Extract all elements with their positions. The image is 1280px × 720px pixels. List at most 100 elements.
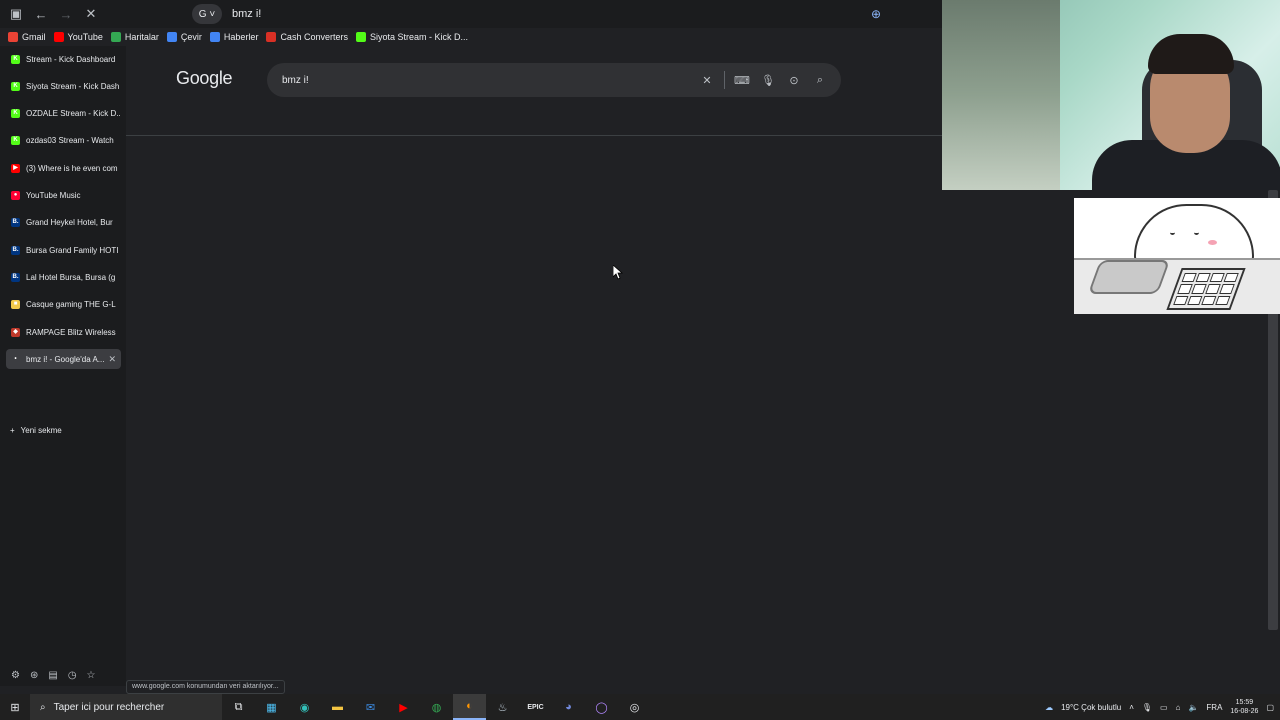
sidebar-tab[interactable]: • bmz i! - Google'da A... ✕ [6,349,121,370]
clear-icon[interactable]: ✕ [694,74,720,87]
status-bubble: www.google.com konumundan veri aktarılıy… [126,680,285,694]
windows-start-icon[interactable]: ⊞ [0,694,30,720]
collections-icon[interactable]: ▤ [48,670,57,681]
new-tab-label: Yeni sekme [20,426,62,435]
keyboard-icon[interactable]: ⌨ [729,74,755,87]
bookmark-item[interactable]: Siyota Stream - Kick D... [355,32,468,42]
booking-icon: B. [11,218,20,228]
forward-icon[interactable]: → [55,3,77,25]
firefox-icon[interactable]: ◐ [453,694,486,720]
discord-icon[interactable]: ◕ [552,694,585,720]
system-tray: ☁ 19°C Çok bulutlu ˄ 🎙 ▭ ⌂ 🔈 FRA 15:59 1… [1045,694,1280,720]
youtube-app-icon[interactable]: ▶ [387,694,420,720]
weather-icon[interactable]: ☁ [1045,703,1053,712]
epic-games-icon[interactable]: EPIC [519,694,552,720]
back-icon[interactable]: ← [30,3,52,25]
extensions-icon[interactable]: ⊛ [30,670,38,681]
task-view-icon[interactable]: ⧉ [222,694,255,720]
network-icon[interactable]: ⌂ [1176,703,1181,712]
language-indicator[interactable]: FRA [1206,703,1222,712]
sidebar-tab[interactable]: ◆ RAMPAGE Blitz Wireless [6,322,121,342]
stop-icon[interactable]: ✕ [80,3,102,25]
sidebar-tab-label: bmz i! - Google'da A... [26,354,105,364]
youtube-icon: ▶ [11,163,20,173]
sidebar-tab-label: YouTube Music [26,191,81,200]
sidebar-tab[interactable]: Kozdas03 Stream - Watch [6,131,121,151]
new-tab-button[interactable]: + Yeni sekme [10,426,62,435]
display-icon[interactable]: ▭ [1160,703,1168,712]
edge-icon[interactable]: ◉ [288,694,321,720]
sidebar-toggle-icon[interactable]: ▣ [5,3,27,25]
sidebar-tab[interactable]: K OZDALE Stream - Kick D... [6,104,121,124]
bookmark-label: Cash Converters [280,32,348,42]
plus-icon: + [10,426,15,435]
booking-icon: B. [11,272,20,282]
webcam-overlay [942,0,1280,190]
search-divider [724,71,725,89]
sidebar-tab-label: (3) Where is he even com [26,163,118,173]
bookmark-item[interactable]: YouTube [53,32,103,42]
bongo-cat-overlay [1074,198,1280,314]
kick-icon: K [11,81,20,91]
chrome-icon[interactable]: ◍ [420,694,453,720]
address-text[interactable]: bmz i! [232,8,261,20]
sidebar-tab[interactable]: B. Grand Heykel Hotel, Bur [6,213,121,233]
address-bar[interactable]: G ˅ bmz i! [192,4,261,24]
sidebar-tab-label: Siyota Stream - Kick Dash [26,81,120,91]
bookmark-item[interactable]: Cash Converters [266,32,348,42]
camera-search-icon[interactable]: ⊙ [781,74,807,87]
cash-converters-icon [266,32,277,42]
sidebar-tab[interactable]: K Stream - Kick Dashboard [6,49,121,69]
microphone-icon[interactable]: 🎙 [755,74,781,87]
header-divider [126,135,942,136]
bookmark-item[interactable]: Gmail [8,32,46,42]
cat-mousepad [1087,260,1171,294]
mail-icon[interactable]: ✉ [354,694,387,720]
google-logo[interactable]: Google [176,68,233,89]
search-icon[interactable]: ⌕ [807,74,833,87]
clock[interactable]: 15:59 16-08-26 [1230,698,1258,716]
chevron-up-icon[interactable]: ˄ [1129,703,1134,712]
history-icon[interactable]: ◷ [68,670,77,681]
news-icon [209,32,220,42]
obs-icon[interactable]: ◎ [618,694,651,720]
taskbar-search[interactable]: ⌕ Taper ici pour rechercher [30,694,222,720]
cat-blush [1208,240,1217,245]
bookmark-item[interactable]: Haritalar [110,32,159,42]
settings-icon[interactable]: ⚙ [11,670,20,681]
sidebar-tab[interactable]: K Siyota Stream - Kick Dash [6,76,121,96]
sidebar-tab[interactable]: ● YouTube Music [6,186,121,206]
sidebar-tab[interactable]: B. Lal Hotel Bursa, Bursa (g [6,267,121,287]
bookmark-label: YouTube [67,32,103,42]
sidebar-tab[interactable]: ■ Casque gaming THE G-L [6,295,121,315]
sidebar-tab[interactable]: B. Bursa Grand Family HOTI [6,240,121,260]
bookmarks-bar: Gmail YouTube Haritalar Çevir Haberler Cash C… [0,28,940,46]
close-tab-icon[interactable]: ✕ [108,354,116,365]
favorites-icon[interactable]: ☆ [87,670,96,681]
youtube-icon [53,32,64,42]
google-icon: • [14,355,17,362]
bookmark-item[interactable]: Haberler [209,32,259,42]
app-circle-icon[interactable]: ◯ [585,694,618,720]
volume-icon[interactable]: 🔈 [1188,703,1198,712]
file-explorer-icon[interactable]: ▬ [321,694,354,720]
sidebar-tab-label: Lal Hotel Bursa, Bursa (g [26,272,116,282]
search-input[interactable]: bmz i! [282,75,694,86]
rampage-icon: ◆ [11,327,20,337]
sidebar-tab-label: Stream - Kick Dashboard [26,54,116,64]
bookmark-item[interactable]: Çevir [166,32,202,42]
microphone-tray-icon[interactable]: 🎙 [1142,703,1152,712]
sidebar-tab-label: Grand Heykel Hotel, Bur [26,218,113,228]
bookmark-label: Haberler [223,32,259,42]
kick-icon: K [11,54,20,64]
weather-text[interactable]: 19°C Çok bulutlu [1061,703,1121,712]
notifications-icon[interactable]: ▢ [1266,703,1274,712]
webcam-person-hair [1148,34,1234,74]
steam-icon[interactable]: ♨ [486,694,519,720]
search-box[interactable]: bmz i! ✕ ⌨ 🎙 ⊙ ⌕ [267,63,841,97]
site-info-icon[interactable]: G ˅ [192,4,222,24]
globe-icon[interactable]: ⊕ [871,7,881,21]
kick-icon: K [11,136,20,146]
sidebar-tab[interactable]: ▶ (3) Where is he even com [6,158,121,178]
store-icon[interactable]: ▦ [255,694,288,720]
